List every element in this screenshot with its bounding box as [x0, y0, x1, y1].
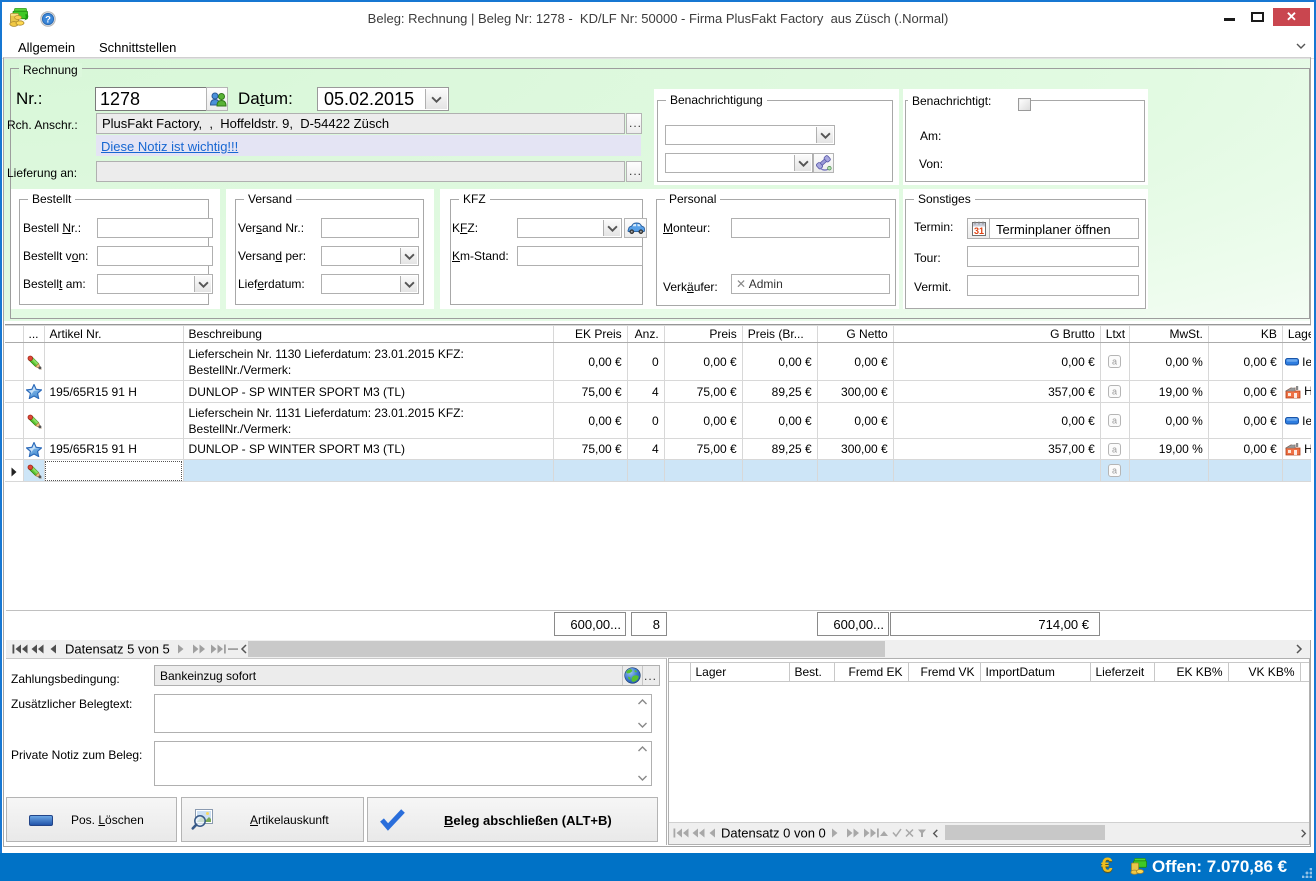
svg-text:31: 31	[974, 226, 984, 236]
svg-text:Datensatz 0 von 0: Datensatz 0 von 0	[721, 827, 826, 839]
svg-text:Datensatz 5 von 5: Datensatz 5 von 5	[65, 643, 170, 655]
